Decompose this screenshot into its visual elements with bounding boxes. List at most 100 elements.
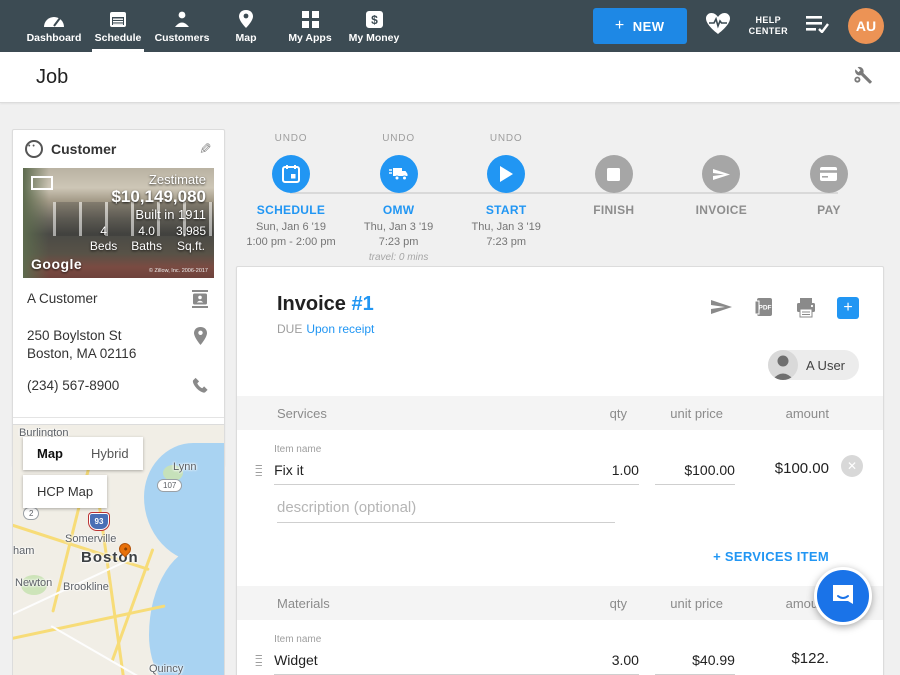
unit-price-column-header: unit price: [643, 406, 723, 421]
zillow-copyright: © Zillow, Inc. 2006-2017: [149, 268, 208, 274]
step-date: Sun, Jan 6 '191:00 pm - 2:00 pm: [246, 220, 335, 251]
pay-step-button[interactable]: [810, 155, 848, 193]
invoice-due: DUEUpon receipt: [277, 322, 709, 336]
money-icon: $: [366, 8, 383, 28]
timeline-step-pay: PAY: [776, 133, 882, 263]
material-qty-input[interactable]: [569, 648, 639, 675]
nav-my-apps-label: My Apps: [288, 32, 331, 44]
property-photo[interactable]: Zestimate $10,149,080 Built in 1911 4Bed…: [23, 168, 214, 278]
send-invoice-icon[interactable]: [709, 297, 733, 322]
route-2-badge: 2: [23, 507, 39, 520]
pdf-icon[interactable]: PDF: [753, 297, 775, 324]
map-type-map-button[interactable]: Map: [23, 437, 77, 470]
material-item-name-input[interactable]: [274, 648, 569, 675]
page-header: Job: [0, 52, 900, 103]
item-name-label: Item name: [274, 634, 569, 645]
due-terms-link[interactable]: Upon receipt: [306, 322, 374, 336]
service-item-name-input[interactable]: [274, 458, 569, 485]
omw-step-button[interactable]: [380, 155, 418, 193]
timeline-step-invoice: INVOICE: [668, 133, 774, 263]
job-settings-icon[interactable]: [850, 63, 874, 92]
invoice-number[interactable]: #1: [351, 293, 373, 315]
job-status-timeline: UNDO SCHEDULE Sun, Jan 6 '191:00 pm - 2:…: [236, 133, 884, 263]
baths-stat: 4.0Baths: [131, 224, 162, 254]
service-qty-input[interactable]: [569, 458, 639, 485]
service-amount: $100.00: [751, 460, 829, 485]
step-label: SCHEDULE: [257, 203, 325, 217]
route-107-badge: 107: [157, 479, 182, 492]
timeline-step-omw: UNDO OMW Thu, Jan 3 '197:23 pm travel: 0…: [346, 133, 452, 263]
schedule-icon: [109, 8, 127, 28]
svg-text:$: $: [371, 13, 378, 27]
service-unit-price-input[interactable]: [655, 458, 735, 485]
qty-column-header: qty: [557, 596, 627, 611]
send-icon: [713, 167, 730, 182]
travel-time: travel: 0 mins: [369, 252, 428, 263]
map-widget[interactable]: Burlington Lynn 107 2 93 Somerville ham …: [12, 424, 225, 675]
nav-map[interactable]: Map: [214, 0, 278, 52]
service-description-input[interactable]: [277, 495, 615, 523]
edit-customer-icon[interactable]: ✎: [199, 140, 212, 158]
drag-handle-icon[interactable]: ==: [255, 464, 274, 485]
nav-dashboard-label: Dashboard: [27, 32, 82, 44]
invoice-step-button[interactable]: [702, 155, 740, 193]
customer-phone-row: (234) 567-8900: [27, 377, 210, 399]
material-unit-price-input[interactable]: [655, 648, 735, 675]
nav-my-apps[interactable]: My Apps: [278, 0, 342, 52]
materials-section-header: Materials qty unit price amount: [237, 586, 883, 620]
help-center-link[interactable]: HELP CENTER: [749, 15, 788, 38]
invoice-card: Invoice #1 DUEUpon receipt PDF +: [236, 266, 884, 675]
google-watermark: Google: [31, 256, 82, 272]
add-invoice-item-button[interactable]: +: [837, 297, 859, 319]
drag-handle-icon[interactable]: ==: [255, 654, 274, 675]
task-list-icon[interactable]: [806, 15, 830, 38]
remove-service-item-button[interactable]: ✕: [841, 455, 863, 477]
health-heart-icon[interactable]: [705, 12, 731, 41]
timeline-step-schedule: UNDO SCHEDULE Sun, Jan 6 '191:00 pm - 2:…: [238, 133, 344, 263]
contact-card-icon[interactable]: [190, 290, 210, 313]
map-label-newton: Newton: [15, 577, 52, 589]
chat-launcher-button[interactable]: [814, 567, 872, 625]
schedule-step-button[interactable]: [272, 155, 310, 193]
map-label-somerville: Somerville: [65, 533, 116, 545]
finish-step-button[interactable]: [595, 155, 633, 193]
map-type-hybrid-button[interactable]: Hybrid: [77, 437, 143, 470]
qty-column-header: qty: [557, 406, 627, 421]
undo-start-button[interactable]: UNDO: [490, 133, 523, 147]
new-button[interactable]: + NEW: [593, 8, 687, 44]
start-step-button[interactable]: [487, 155, 525, 193]
street-view-icon[interactable]: [31, 176, 53, 190]
section-title: Materials: [277, 596, 557, 611]
assigned-user-name: A User: [806, 358, 845, 373]
section-title: Services: [277, 406, 557, 421]
nav-customers[interactable]: Customers: [150, 0, 214, 52]
hcp-map-button[interactable]: HCP Map: [23, 475, 107, 508]
map-label-waltham: ham: [13, 545, 34, 557]
customers-icon: [173, 8, 191, 28]
customer-name-row: A Customer: [27, 290, 210, 313]
material-amount: $122.: [751, 650, 829, 675]
map-pin-icon: [238, 8, 254, 28]
assigned-user-chip[interactable]: A User: [768, 350, 859, 380]
zestimate-overlay: Zestimate $10,149,080 Built in 1911 4Bed…: [90, 172, 206, 254]
invoice-title: Invoice #1: [277, 293, 709, 316]
map-road: [12, 604, 166, 640]
print-icon[interactable]: [795, 297, 817, 324]
step-label: FINISH: [593, 203, 634, 217]
timeline-step-finish: FINISH: [561, 133, 667, 263]
undo-omw-button[interactable]: UNDO: [382, 133, 415, 147]
page-content: Customer ✎ Zestimate $10,149,080 Built i…: [0, 103, 900, 675]
step-label: INVOICE: [696, 203, 747, 217]
location-pin-icon[interactable]: [190, 327, 210, 350]
built-year: Built in 1911: [90, 207, 206, 222]
user-avatar[interactable]: AU: [848, 8, 884, 44]
nav-dashboard[interactable]: Dashboard: [22, 0, 86, 52]
nav-schedule[interactable]: Schedule: [86, 0, 150, 52]
chat-icon: [830, 583, 856, 609]
phone-icon[interactable]: [190, 377, 210, 399]
undo-schedule-button[interactable]: UNDO: [275, 133, 308, 147]
nav-my-money[interactable]: $ My Money: [342, 0, 406, 52]
add-services-item-link[interactable]: + SERVICES ITEM: [713, 549, 829, 564]
sqft-stat: 3,985Sq.ft.: [176, 224, 206, 254]
step-date: Thu, Jan 3 '197:23 pm: [472, 220, 541, 251]
